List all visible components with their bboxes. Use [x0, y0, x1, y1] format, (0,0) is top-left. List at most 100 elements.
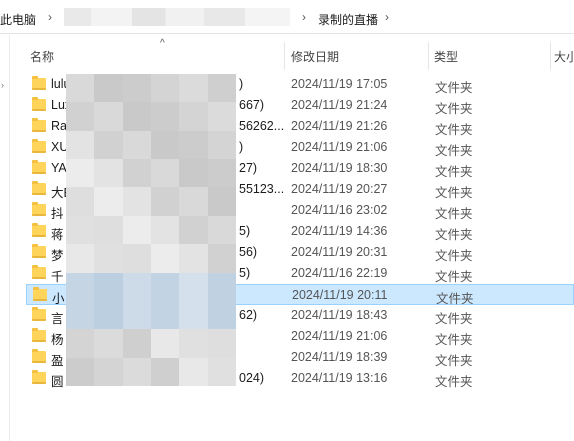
chevron-right-icon[interactable]: ›	[1, 80, 4, 90]
column-header-name[interactable]: 名称	[30, 48, 54, 65]
item-type: 文件夹	[435, 354, 473, 368]
mosaic-block	[151, 74, 180, 103]
chevron-right-icon[interactable]: ›	[302, 10, 306, 24]
folder-name: 抖	[51, 207, 64, 221]
mosaic-block	[151, 329, 180, 358]
mosaic-block	[151, 215, 180, 245]
mosaic-block	[207, 159, 236, 188]
item-type: 文件夹	[435, 186, 473, 200]
mosaic-block	[66, 215, 95, 245]
folder-icon	[32, 118, 46, 132]
item-type: 文件夹	[435, 81, 473, 95]
item-type: 文件夹	[435, 375, 473, 389]
mosaic-block	[94, 215, 123, 245]
mosaic-block	[179, 272, 208, 301]
column-header-type[interactable]: 类型	[434, 48, 458, 65]
mosaic-block	[94, 329, 123, 358]
breadcrumb-current-folder[interactable]: 录制的直播	[318, 11, 378, 28]
breadcrumb-obscured	[64, 8, 290, 26]
mosaic-block	[179, 244, 208, 273]
mosaic-block	[66, 357, 95, 386]
folder-name-tail: 56)	[239, 245, 258, 259]
mosaic-block	[122, 159, 151, 188]
folder-name: Ra	[51, 119, 67, 133]
column-header-size[interactable]: 大小	[554, 48, 574, 65]
mosaic-block	[66, 130, 95, 160]
mosaic-block	[207, 272, 236, 301]
mosaic-block	[207, 215, 236, 245]
mosaic-block	[122, 187, 151, 216]
mosaic-block	[122, 74, 151, 103]
item-type: 文件夹	[435, 249, 473, 263]
modified-date: 2024/11/19 14:36	[291, 224, 388, 238]
chevron-right-icon[interactable]: ›	[48, 10, 52, 24]
column-header: ^ 名称 修改日期 类型 大小	[10, 38, 574, 74]
mosaic-block	[122, 329, 151, 358]
item-type: 文件夹	[435, 207, 473, 221]
mosaic-block	[179, 102, 208, 131]
breadcrumb-this-pc[interactable]: 此电脑	[0, 11, 36, 28]
column-divider[interactable]	[284, 42, 285, 70]
folder-name-tail: 27)	[239, 161, 258, 175]
folder-name-tail: 55123...	[239, 182, 285, 196]
item-type: 文件夹	[435, 165, 473, 179]
mosaic-block	[207, 329, 236, 358]
mosaic-block	[179, 357, 208, 386]
folder-name-tail: )	[239, 140, 244, 154]
folder-icon	[32, 139, 46, 153]
folder-name: 千	[51, 270, 64, 284]
item-type: 文件夹	[435, 144, 473, 158]
modified-date: 2024/11/19 20:27	[291, 182, 388, 196]
modified-date: 2024/11/19 21:06	[291, 140, 388, 154]
mosaic-block	[207, 357, 236, 386]
folder-name-tail: )	[239, 77, 244, 91]
folder-icon	[32, 181, 46, 195]
mosaic-block	[179, 130, 208, 160]
item-type: 文件夹	[435, 123, 473, 137]
mosaic-block	[122, 215, 151, 245]
modified-date: 2024/11/16 22:19	[291, 266, 388, 280]
mosaic-block	[122, 272, 151, 301]
mosaic-block	[94, 272, 123, 301]
folder-name: 蒋	[51, 228, 64, 242]
mosaic-block	[179, 329, 208, 358]
mosaic-block	[122, 300, 151, 330]
mosaic-block	[94, 244, 123, 273]
column-header-date[interactable]: 修改日期	[291, 48, 339, 65]
modified-date: 2024/11/19 18:39	[291, 350, 388, 364]
folder-icon	[32, 307, 46, 321]
mosaic-block	[66, 244, 95, 273]
mosaic-block	[122, 244, 151, 273]
folder-icon	[32, 160, 46, 174]
chevron-right-icon[interactable]: ›	[385, 10, 389, 24]
modified-date: 2024/11/19 20:11	[292, 288, 388, 302]
mosaic-block	[66, 272, 95, 301]
column-divider[interactable]	[428, 42, 429, 70]
mosaic-block	[94, 102, 123, 131]
modified-date: 2024/11/19 18:30	[291, 161, 388, 175]
mosaic-block	[207, 244, 236, 273]
mosaic-block	[151, 357, 180, 386]
folder-name-tail: 5)	[239, 266, 251, 280]
folder-name: 言	[51, 312, 64, 326]
folder-name: 圆	[51, 375, 64, 389]
mosaic-block	[122, 357, 151, 386]
mosaic-block	[66, 102, 95, 131]
mosaic-block	[179, 74, 208, 103]
address-bar[interactable]: 此电脑 › › 录制的直播 ›	[0, 0, 574, 34]
folder-name-tail: 667)	[239, 98, 265, 112]
folder-name-tail: 024)	[239, 371, 265, 385]
mosaic-block	[66, 300, 95, 330]
folder-name: 杨	[51, 333, 64, 347]
mosaic-block	[151, 187, 180, 216]
mosaic-block	[179, 187, 208, 216]
column-divider[interactable]	[550, 42, 551, 70]
mosaic-block	[207, 74, 236, 103]
folder-name: 梦	[51, 249, 64, 263]
sort-ascending-icon: ^	[160, 38, 165, 49]
modified-date: 2024/11/19 20:31	[291, 245, 388, 259]
mosaic-block	[207, 300, 236, 330]
mosaic-block	[94, 159, 123, 188]
mosaic-block	[207, 102, 236, 131]
modified-date: 2024/11/16 23:02	[291, 203, 388, 217]
